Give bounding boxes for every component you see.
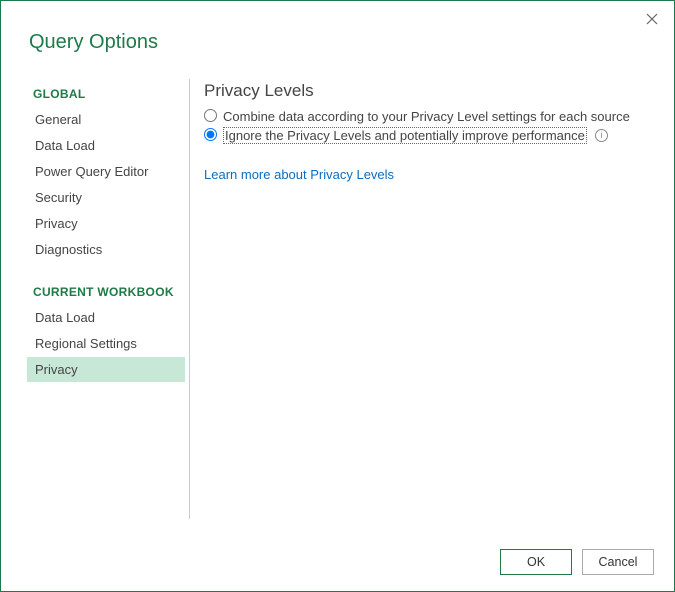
radio-label: Combine data according to your Privacy L… xyxy=(223,109,630,124)
close-icon xyxy=(646,13,658,25)
dialog-title: Query Options xyxy=(29,31,158,54)
sidebar-header-global: GLOBAL xyxy=(27,83,185,107)
sidebar-item-label: Data Load xyxy=(35,138,95,153)
close-button[interactable] xyxy=(642,9,662,29)
sidebar-item-general[interactable]: General xyxy=(27,107,185,132)
sidebar-item-diagnostics[interactable]: Diagnostics xyxy=(27,237,185,262)
dialog-body: GLOBAL General Data Load Power Query Edi… xyxy=(27,75,654,531)
sidebar-item-privacy-workbook[interactable]: Privacy xyxy=(27,357,185,382)
sidebar-item-label: Security xyxy=(35,190,82,205)
sidebar-item-power-query-editor[interactable]: Power Query Editor xyxy=(27,159,185,184)
sidebar-item-privacy-global[interactable]: Privacy xyxy=(27,211,185,236)
sidebar-item-security[interactable]: Security xyxy=(27,185,185,210)
sidebar-item-data-load-workbook[interactable]: Data Load xyxy=(27,305,185,330)
sidebar: GLOBAL General Data Load Power Query Edi… xyxy=(27,75,185,531)
privacy-option-ignore[interactable]: Ignore the Privacy Levels and potentiall… xyxy=(204,127,654,144)
learn-more-link[interactable]: Learn more about Privacy Levels xyxy=(204,167,394,182)
content-panel: Privacy Levels Combine data according to… xyxy=(204,75,654,531)
sidebar-item-label: General xyxy=(35,112,81,127)
query-options-dialog: Query Options GLOBAL General Data Load P… xyxy=(0,0,675,592)
sidebar-item-label: Data Load xyxy=(35,310,95,325)
sidebar-item-label: Privacy xyxy=(35,362,78,377)
sidebar-item-label: Power Query Editor xyxy=(35,164,148,179)
radio-label: Ignore the Privacy Levels and potentiall… xyxy=(223,127,587,144)
info-icon[interactable]: i xyxy=(595,129,608,142)
vertical-divider xyxy=(189,79,190,519)
sidebar-item-label: Diagnostics xyxy=(35,242,102,257)
privacy-option-combine[interactable]: Combine data according to your Privacy L… xyxy=(204,109,654,124)
ok-button[interactable]: OK xyxy=(500,549,572,575)
content-heading: Privacy Levels xyxy=(204,81,654,101)
cancel-button[interactable]: Cancel xyxy=(582,549,654,575)
sidebar-item-label: Privacy xyxy=(35,216,78,231)
radio-ignore[interactable] xyxy=(204,128,217,141)
sidebar-header-workbook: CURRENT WORKBOOK xyxy=(27,281,185,305)
sidebar-item-data-load[interactable]: Data Load xyxy=(27,133,185,158)
dialog-footer: OK Cancel xyxy=(500,549,654,575)
radio-combine[interactable] xyxy=(204,109,217,122)
sidebar-item-label: Regional Settings xyxy=(35,336,137,351)
sidebar-item-regional-settings[interactable]: Regional Settings xyxy=(27,331,185,356)
